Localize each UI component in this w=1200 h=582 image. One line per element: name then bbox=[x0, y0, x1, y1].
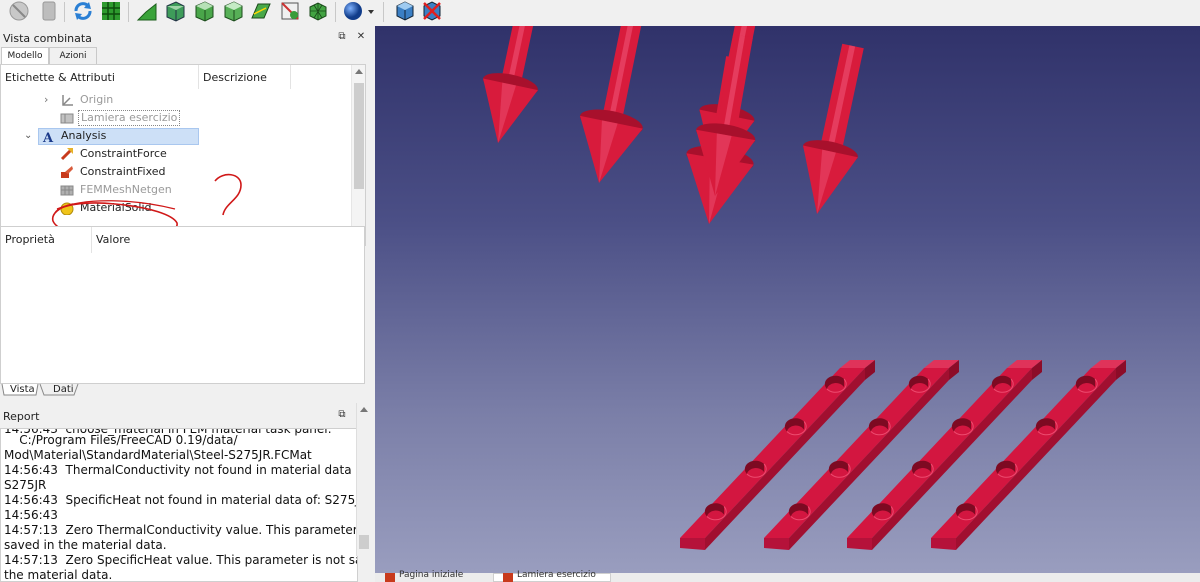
tree-item-label: ConstraintForce bbox=[80, 147, 167, 160]
report-line: S275JR bbox=[4, 478, 47, 492]
report-line: the material data. bbox=[4, 568, 113, 582]
property-view-tabs: Vista Dati bbox=[0, 383, 372, 397]
model-tree: Etichette & Attributi Descrizione › Orig… bbox=[0, 64, 366, 246]
tree-item-label: Lamiera esercizio bbox=[78, 110, 181, 126]
report-line: 14:56:43 SpecificHeat not found in mater… bbox=[4, 493, 358, 507]
constraint-force-icon bbox=[60, 148, 74, 161]
combo-view-header: Vista combinata ⧉ ✕ bbox=[0, 28, 372, 48]
combo-view-panel: Vista combinata ⧉ ✕ Modello Azioni Etich… bbox=[0, 26, 372, 582]
part-box-icon[interactable] bbox=[394, 0, 416, 22]
combo-tabs: Modello Azioni bbox=[0, 47, 372, 65]
blank-icon[interactable] bbox=[38, 0, 60, 22]
3d-scene bbox=[483, 26, 1126, 550]
prop-column-property[interactable]: Proprietà bbox=[1, 227, 92, 253]
tab-vista[interactable]: Vista bbox=[10, 384, 35, 395]
tree-item-analysis[interactable]: ⌄ A Analysis bbox=[1, 127, 351, 146]
force-arrow bbox=[802, 43, 864, 214]
report-header: Report ⧉ ✕ bbox=[0, 406, 372, 426]
chevron-down-icon[interactable]: ⌄ bbox=[24, 127, 32, 145]
tree-item-origin[interactable]: › Origin bbox=[1, 91, 351, 109]
tree-column-description[interactable]: Descrizione bbox=[199, 65, 291, 89]
start-page-icon bbox=[385, 573, 395, 582]
report-line: 14:56:43 ThermalConductivity not found i… bbox=[4, 463, 358, 477]
tab-azioni[interactable]: Azioni bbox=[49, 47, 97, 65]
sheet-part-icon bbox=[60, 112, 74, 125]
report-line: C:/Program Files/FreeCAD 0.19/data/ bbox=[4, 433, 238, 447]
refresh-icon[interactable] bbox=[72, 0, 94, 22]
3d-viewport[interactable] bbox=[375, 26, 1200, 582]
report-line: 14:57:13 Zero ThermalConductivity value.… bbox=[4, 523, 358, 537]
report-title: Report bbox=[3, 410, 40, 423]
close-dock-icon[interactable]: ✕ bbox=[355, 31, 367, 43]
tree-scrollbar[interactable] bbox=[351, 65, 365, 245]
report-line: 14:56:43 bbox=[4, 508, 58, 522]
float-dock-icon[interactable]: ⧉ bbox=[336, 409, 348, 421]
report-line: saved in the material data. bbox=[4, 538, 167, 552]
tree-item-label: Origin bbox=[80, 93, 114, 106]
sphere-icon[interactable] bbox=[342, 0, 364, 22]
view-tabs: Pagina iniziale Lamiera esercizio bbox=[375, 571, 1200, 582]
fem-shell-icon[interactable] bbox=[250, 0, 272, 22]
tree-item-constraintforce[interactable]: ConstraintForce bbox=[1, 145, 351, 163]
svg-text:A: A bbox=[42, 131, 54, 143]
force-arrow bbox=[483, 26, 538, 143]
force-arrow bbox=[579, 26, 643, 183]
fem-mesh-icon[interactable] bbox=[307, 0, 329, 22]
fem-net-icon[interactable] bbox=[279, 0, 301, 22]
tree-column-labels[interactable]: Etichette & Attributi bbox=[1, 65, 199, 89]
fem-solid-icon[interactable] bbox=[222, 0, 244, 22]
fem-box-icon[interactable] bbox=[164, 0, 186, 22]
fem-wedge-icon[interactable] bbox=[136, 0, 158, 22]
chevron-right-icon[interactable]: › bbox=[44, 91, 48, 109]
no-part-icon[interactable] bbox=[421, 0, 443, 22]
part-doc-icon bbox=[503, 573, 513, 582]
origin-icon bbox=[60, 94, 74, 107]
grid-icon[interactable] bbox=[100, 0, 122, 22]
analysis-icon: A bbox=[42, 130, 56, 146]
report-line: Mod\Material\StandardMaterial\Steel-S275… bbox=[4, 448, 312, 462]
combo-view-title: Vista combinata bbox=[3, 32, 92, 45]
dropdown-arrow-icon[interactable] bbox=[366, 0, 376, 22]
tree-item-lamiera-esercizio[interactable]: Lamiera esercizio bbox=[1, 109, 351, 127]
tab-start-page[interactable]: Pagina iniziale bbox=[399, 571, 463, 580]
prop-column-value[interactable]: Valore bbox=[92, 227, 292, 253]
report-scrollbar[interactable] bbox=[356, 403, 371, 556]
tab-part-document[interactable]: Lamiera esercizio bbox=[517, 571, 596, 580]
report-line: 14:57:13 Zero SpecificHeat value. This p… bbox=[4, 553, 357, 567]
fem-cube-icon[interactable] bbox=[193, 0, 215, 22]
stop-icon[interactable] bbox=[8, 0, 30, 22]
tree-item-label: Analysis bbox=[61, 129, 107, 142]
tab-dati[interactable]: Dati bbox=[53, 384, 74, 395]
main-toolbar bbox=[0, 0, 1200, 26]
report-output[interactable]: 14:56:43 choose_material in FEM material… bbox=[0, 428, 358, 582]
property-table: Proprietà Valore bbox=[0, 226, 365, 384]
tab-modello[interactable]: Modello bbox=[1, 47, 49, 65]
float-dock-icon[interactable]: ⧉ bbox=[336, 31, 348, 43]
